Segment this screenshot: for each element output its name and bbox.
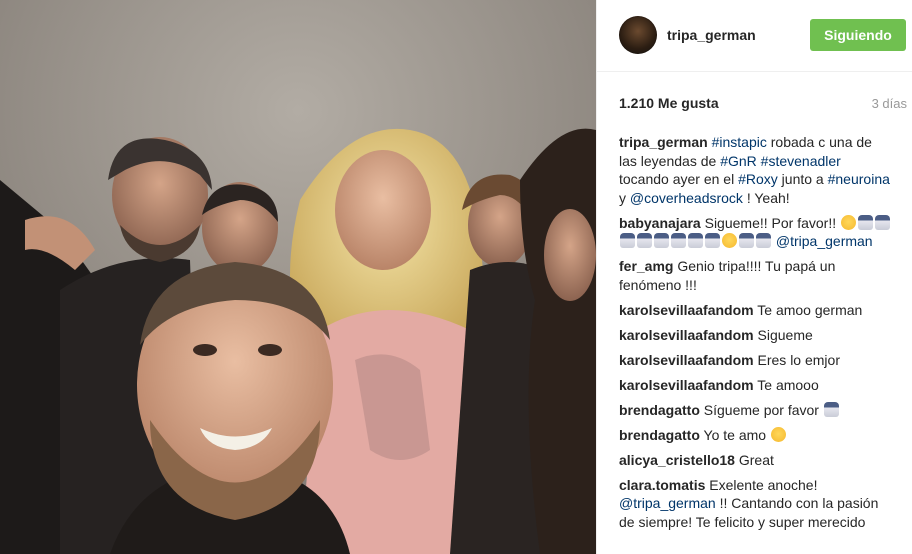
comment-item: karolsevillaafandom Sigueme xyxy=(619,326,891,345)
comment-text: Yo te amo xyxy=(703,426,770,443)
comment-text: ! Yeah! xyxy=(742,189,790,206)
comment-username[interactable]: clara.tomatis xyxy=(619,477,705,493)
comment-text: Sigueme!! Por favor!! xyxy=(704,214,841,231)
post-time[interactable]: 3 días xyxy=(872,96,907,111)
nun-emoji-icon xyxy=(654,233,669,248)
author-username[interactable]: tripa_german xyxy=(667,27,756,43)
following-button[interactable]: Siguiendo xyxy=(810,19,906,51)
comment-item: karolsevillaafandom Eres lo emjor xyxy=(619,351,891,370)
nun-emoji-icon xyxy=(671,233,686,248)
group-selfie-photo xyxy=(0,0,596,554)
author-avatar[interactable] xyxy=(619,16,657,54)
comment-text: Te amoo german xyxy=(757,301,863,318)
mention-link[interactable]: @tripa_german xyxy=(776,233,873,249)
likes-count[interactable]: 1.210 Me gusta xyxy=(619,95,719,111)
post-sidebar: tripa_german Siguiendo 1.210 Me gusta 3 … xyxy=(596,0,912,554)
smile-emoji-icon xyxy=(770,426,786,442)
comment-item: clara.tomatis Exelente anoche! @tripa_ge… xyxy=(619,476,891,532)
nun-emoji-icon xyxy=(620,233,635,248)
comment-username[interactable]: brendagatto xyxy=(619,427,700,443)
comment-text: Sigueme xyxy=(757,326,813,343)
comment-username[interactable]: fer_amg xyxy=(619,258,673,274)
smile-emoji-icon xyxy=(722,233,737,248)
comment-text: Great xyxy=(738,451,774,468)
hashtag-link[interactable]: #stevenadler xyxy=(761,153,841,169)
comment-item: karolsevillaafandom Te amoo german xyxy=(619,301,891,320)
avatar-ring xyxy=(619,16,657,54)
comment-username[interactable]: babyanajara xyxy=(619,215,701,231)
comment-text: Eres lo emjor xyxy=(757,351,840,368)
post-caption: tripa_german #instapic robada c una de l… xyxy=(619,133,891,207)
nun-emoji-icon xyxy=(858,214,874,230)
nun-emoji-icon xyxy=(875,214,891,230)
comment-item: fer_amg Genio tripa!!!! Tu papá un fenóm… xyxy=(619,257,891,294)
post-header: tripa_german Siguiendo xyxy=(597,0,912,72)
nun-emoji-icon xyxy=(739,233,754,248)
comment-item: brendagatto Yo te amo xyxy=(619,426,891,445)
nun-emoji-icon xyxy=(637,233,652,248)
comment-text: Exelente anoche! xyxy=(709,476,818,493)
comment-item: karolsevillaafandom Te amooo xyxy=(619,376,891,395)
mention-link[interactable]: @coverheadsrock xyxy=(630,190,743,206)
comment-item: babyanajara Sigueme!! Por favor!! @tripa… xyxy=(619,214,891,251)
comment-text: y xyxy=(619,189,630,206)
hashtag-link[interactable]: #instapic xyxy=(712,134,767,150)
hashtag-link[interactable]: #neuroina xyxy=(828,171,890,187)
comment-text: tocando ayer en el xyxy=(619,171,739,187)
comment-username[interactable]: karolsevillaafandom xyxy=(619,327,754,343)
instagram-post-modal: tripa_german Siguiendo 1.210 Me gusta 3 … xyxy=(0,0,912,554)
nun-emoji-icon xyxy=(688,233,703,248)
comment-list: tripa_german #instapic robada c una de l… xyxy=(619,133,891,538)
hashtag-link[interactable]: #GnR xyxy=(720,153,757,169)
comment-text: Te amooo xyxy=(757,376,819,393)
comment-text: junto a xyxy=(777,171,828,187)
comment-username[interactable]: karolsevillaafandom xyxy=(619,302,754,318)
comment-username[interactable]: brendagatto xyxy=(619,402,700,418)
nun-emoji-icon xyxy=(705,233,720,248)
comment-username[interactable]: karolsevillaafandom xyxy=(619,352,754,368)
comment-username[interactable]: karolsevillaafandom xyxy=(619,377,754,393)
comment-username[interactable]: tripa_german xyxy=(619,134,708,150)
nun-emoji-icon xyxy=(823,401,839,417)
hashtag-link[interactable]: #Roxy xyxy=(738,171,778,187)
comment-item: alicya_cristello18 Great xyxy=(619,451,891,470)
post-photo[interactable] xyxy=(0,0,596,554)
comment-item: brendagatto Sígueme por favor xyxy=(619,401,891,420)
post-stats: 1.210 Me gusta 3 días xyxy=(619,95,907,113)
nun-emoji-icon xyxy=(756,233,771,248)
mention-link[interactable]: @tripa_german xyxy=(619,495,716,511)
comment-username[interactable]: alicya_cristello18 xyxy=(619,452,735,468)
smile-emoji-icon xyxy=(841,214,857,230)
comment-text: Sígueme por favor xyxy=(703,401,823,418)
